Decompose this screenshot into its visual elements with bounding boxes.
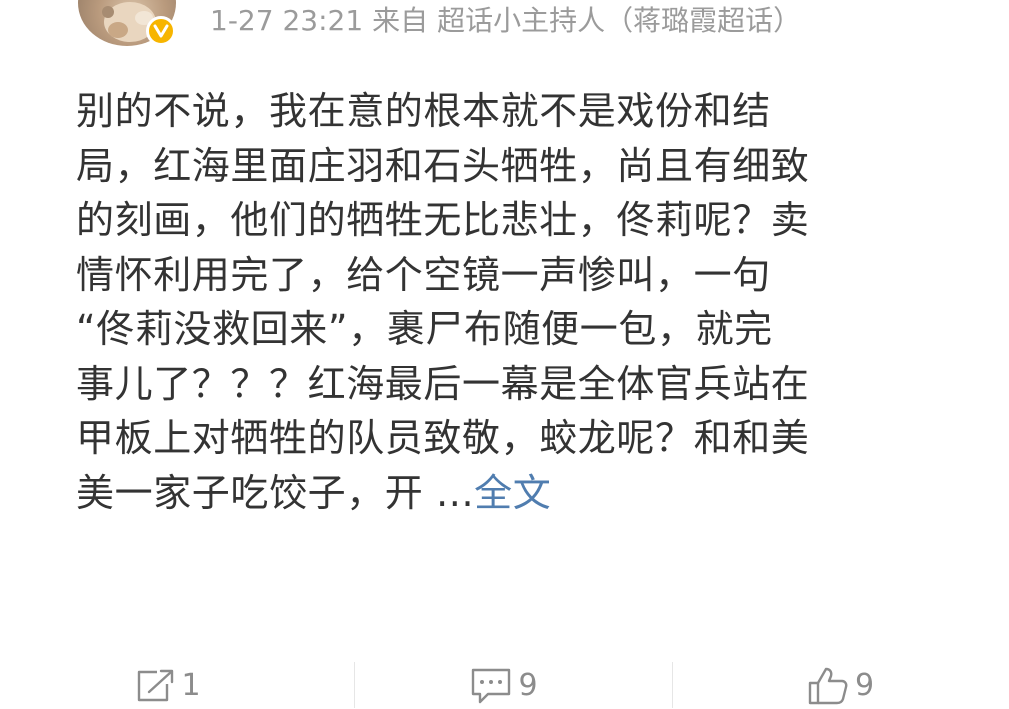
verified-badge-icon [146,16,176,46]
post-source[interactable]: 超话小主持人（蒋璐霞超话） [437,4,801,37]
comment-button[interactable]: 9 [336,656,672,709]
post-time: 1-27 23:21 [210,4,364,37]
comment-count: 9 [518,668,538,703]
comment-icon [472,668,511,704]
repost-count: 1 [181,668,201,703]
content-line: “佟莉没救回来”，裹尸布随便一包，就完 [76,307,773,351]
post-meta: 1-27 23:21 来自 超话小主持人（蒋璐霞超话） [210,2,801,40]
weibo-post: 1-27 23:21 来自 超话小主持人（蒋璐霞超话） 别的不说，我在意的根本就不是… [0,0,1009,709]
full-text-link[interactable]: 全文 [474,471,551,515]
thumbs-up-icon [808,667,848,705]
content-line: 的刻画，他们的牺牲无比悲壮，佟莉呢？卖 [76,198,810,242]
post-content: 别的不说，我在意的根本就不是戏份和结 局，红海里面庄羽和石头牺牲，尚且有细致 的… [76,84,926,520]
content-line: 别的不说，我在意的根本就不是戏份和结 [76,89,771,133]
content-line: 甲板上对牺牲的队员致敬，蛟龙呢？和和美 [76,416,810,460]
action-bar: 1 9 9 [0,656,1009,709]
content-line: 情怀利用完了，给个空镜一声惨叫，一句 [76,252,771,297]
like-count: 9 [854,668,875,703]
content-line-text: 美一家子吃饺子，开 ... [76,470,475,515]
repost-icon [138,669,174,702]
content-line-last: 美一家子吃饺子，开 ...全文 [76,466,926,521]
content-line: 局，红海里面庄羽和石头牺牲，尚且有细致 [76,143,810,188]
repost-button[interactable]: 1 [0,656,336,709]
source-prefix: 来自 [372,4,429,37]
content-line: 事儿了？？？红海最后一幕是全体官兵站在 [76,361,810,406]
like-button[interactable]: 9 [672,656,1009,709]
